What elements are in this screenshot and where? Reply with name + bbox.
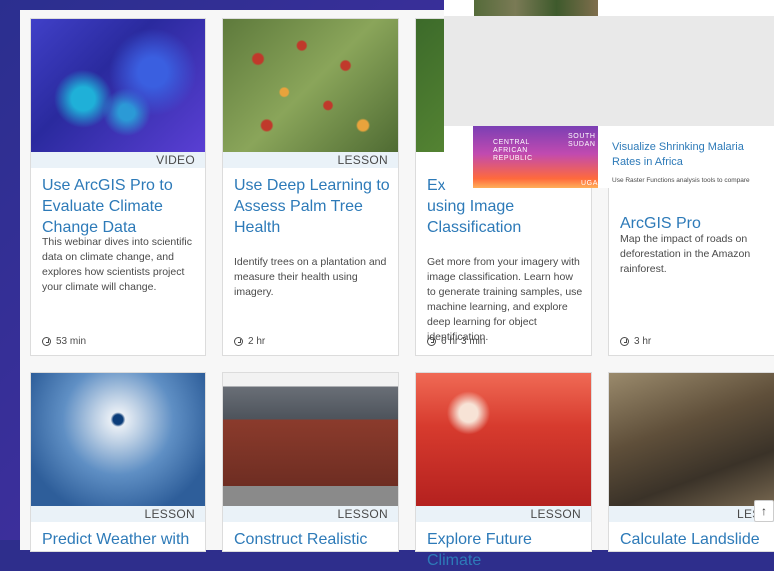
card-description: Identify trees on a plantation and measu… [234,256,387,298]
card-title-rest: using Image Classification [427,198,522,236]
card-climate-change-data[interactable]: VIDEO Use ArcGIS Pro to Evaluate Climate… [30,18,206,356]
arrow-up-icon: ↑ [761,504,767,518]
duration-text: 2 hr [248,336,266,347]
card-palm-tree-health[interactable]: LESSON Use Deep Learning to Assess Palm … [222,18,399,356]
card-description: This webinar dives into scientific data … [42,236,192,293]
card-title[interactable]: Use ArcGIS Pro to Evaluate Climate Chang… [42,175,197,238]
card-thumbnail [223,373,398,506]
content-type-badge: LESS [609,506,774,522]
content-type-badge: LESSON [223,152,398,168]
duration-text: 3 hr [634,336,652,347]
card-title[interactable]: Explore Future Climate [427,529,583,571]
clock-icon [427,337,436,346]
map-label: AFRICAN [493,147,528,154]
recommended-item[interactable]: CENTRAL AFRICAN REPUBLIC SOUTH SUDAN UGA… [444,126,774,188]
card-description: Map the impact of roads on deforestation… [620,233,751,275]
duration-text: 53 min [56,336,87,347]
clock-icon [42,337,51,346]
previous-item-thumbnail[interactable] [474,0,598,16]
card-title-partial: Ex [427,177,446,194]
map-label: SUDAN [568,141,596,148]
card-thumbnail [609,373,774,506]
card-thumbnail [31,373,205,506]
card-predict-weather[interactable]: LESSON Predict Weather with [30,372,206,552]
clock-icon [234,337,243,346]
duration: 2 hr [234,336,265,347]
card-calculate-landslide[interactable]: LESS Calculate Landslide [608,372,774,552]
card-title[interactable]: ArcGIS Pro [620,213,774,234]
content-type-badge: LESSON [223,506,398,522]
map-label: UGA [581,180,598,187]
content-type-badge: VIDEO [31,152,205,168]
map-label: REPUBLIC [493,155,533,162]
card-thumbnail [223,19,398,152]
duration: 53 min [42,336,86,347]
recommended-item-title[interactable]: Visualize Shrinking Malaria Rates in Afr… [612,140,772,170]
card-construct-realistic[interactable]: LESSON Construct Realistic [222,372,399,552]
content-type-badge: LESSON [416,506,591,522]
card-title[interactable]: Use Deep Learning to Assess Palm Tree He… [234,175,390,238]
malaria-map-thumbnail[interactable]: CENTRAL AFRICAN REPUBLIC SOUTH SUDAN UGA [473,126,598,188]
map-label: CENTRAL [493,139,530,146]
content-type-badge: LESSON [31,506,205,522]
card-future-climate[interactable]: LESSON Explore Future Climate [415,372,592,569]
card-description: Get more from your imagery with image cl… [427,256,583,343]
card-thumbnail [416,373,591,506]
duration-text: 6 hr 3 min [441,336,486,347]
scroll-to-top-button[interactable]: ↑ [754,500,774,522]
previous-item-strip [444,0,774,16]
recommended-item-description: Use Raster Functions analysis tools to c… [612,177,750,184]
map-label: SOUTH [568,133,596,140]
duration: 3 hr [620,336,651,347]
related-content-popup: CENTRAL AFRICAN REPUBLIC SOUTH SUDAN UGA… [444,0,774,188]
card-thumbnail [31,19,205,152]
duration: 6 hr 3 min [427,336,485,347]
clock-icon [620,337,629,346]
